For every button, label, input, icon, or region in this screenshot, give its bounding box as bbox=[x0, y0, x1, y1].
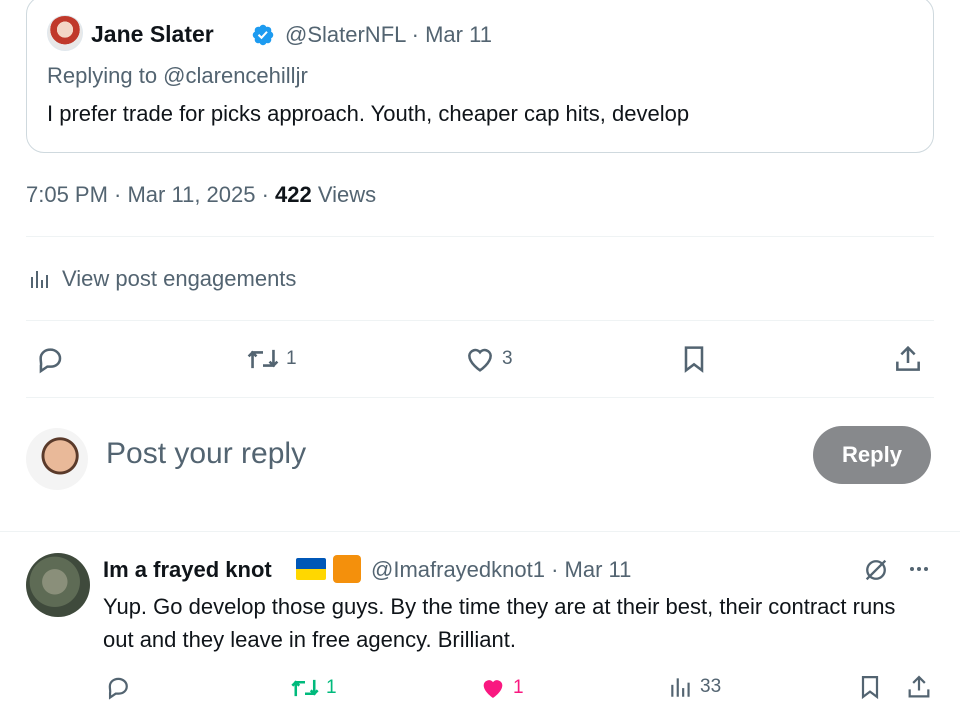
reply-text: Yup. Go develop those guys. By the time … bbox=[103, 594, 896, 652]
share-icon bbox=[908, 675, 930, 698]
reply-icon bbox=[39, 348, 62, 374]
reply-bookmark-button[interactable] bbox=[856, 673, 884, 701]
reply-views-count: 33 bbox=[700, 676, 722, 697]
like-button[interactable]: 3 bbox=[464, 343, 513, 375]
post-meta: 7:05 PM · Mar 11, 2025 · 422 Views bbox=[26, 182, 376, 208]
analytics-icon bbox=[671, 678, 690, 697]
like-count: 3 bbox=[502, 348, 513, 369]
reply-submit-button[interactable]: Reply bbox=[813, 426, 931, 484]
retweet-button[interactable]: 1 bbox=[246, 343, 297, 375]
reply-icon bbox=[108, 677, 128, 700]
reply-author-name[interactable]: Im a frayed knot bbox=[103, 557, 272, 583]
retweet-icon bbox=[291, 679, 319, 697]
bookmark-icon bbox=[684, 346, 704, 373]
divider bbox=[26, 320, 934, 321]
orange-square-icon bbox=[333, 555, 361, 583]
view-engagements-label: View post engagements bbox=[62, 266, 297, 291]
quoted-post-text: I prefer trade for picks approach. Youth… bbox=[47, 101, 690, 126]
reply-like-button[interactable]: 1 bbox=[479, 674, 524, 702]
share-button[interactable] bbox=[892, 343, 924, 375]
retweet-count: 1 bbox=[286, 348, 297, 369]
author-avatar[interactable] bbox=[47, 15, 83, 51]
reply-share-button[interactable] bbox=[905, 673, 933, 701]
author-handle-date[interactable]: @SlaterNFL · Mar 11 bbox=[285, 22, 492, 48]
reply-input[interactable]: Post your reply bbox=[106, 437, 306, 471]
share-icon bbox=[896, 345, 920, 371]
more-icon[interactable] bbox=[905, 557, 933, 581]
like-icon bbox=[468, 348, 492, 372]
verified-badge-icon bbox=[252, 24, 274, 46]
reply-retweet-button[interactable]: 1 bbox=[290, 674, 337, 702]
divider bbox=[26, 397, 934, 398]
analytics-icon bbox=[31, 271, 48, 288]
views-count: 422 bbox=[275, 182, 312, 207]
bookmark-button[interactable] bbox=[678, 343, 710, 375]
ukraine-flag-icon bbox=[296, 558, 326, 580]
reply-reply-button[interactable] bbox=[104, 673, 132, 701]
divider bbox=[0, 531, 960, 532]
reply-views-button[interactable]: 33 bbox=[668, 674, 721, 700]
grok-icon[interactable] bbox=[862, 556, 890, 584]
replying-to[interactable]: Replying to @clarencehilljr bbox=[47, 63, 308, 89]
reply-retweet-count: 1 bbox=[326, 677, 337, 698]
retweet-icon bbox=[247, 349, 279, 369]
author-name[interactable]: Jane Slater bbox=[91, 21, 214, 48]
current-user-avatar[interactable] bbox=[26, 428, 88, 490]
reply-author-avatar[interactable] bbox=[26, 553, 90, 617]
bookmark-icon bbox=[861, 675, 879, 700]
reply-author-handle-date[interactable]: @Imafrayedknot1 · Mar 11 bbox=[371, 557, 631, 583]
like-icon bbox=[483, 680, 503, 698]
reply-like-count: 1 bbox=[513, 677, 524, 698]
quoted-post-card[interactable]: Jane Slater @SlaterNFL · Mar 11 Replying… bbox=[26, 0, 934, 153]
view-engagements-link[interactable]: View post engagements bbox=[28, 264, 296, 294]
divider bbox=[26, 236, 934, 237]
views-label: Views bbox=[311, 182, 377, 207]
reply-button[interactable] bbox=[34, 343, 66, 375]
post-timestamp[interactable]: 7:05 PM · Mar 11, 2025 · bbox=[26, 182, 275, 207]
